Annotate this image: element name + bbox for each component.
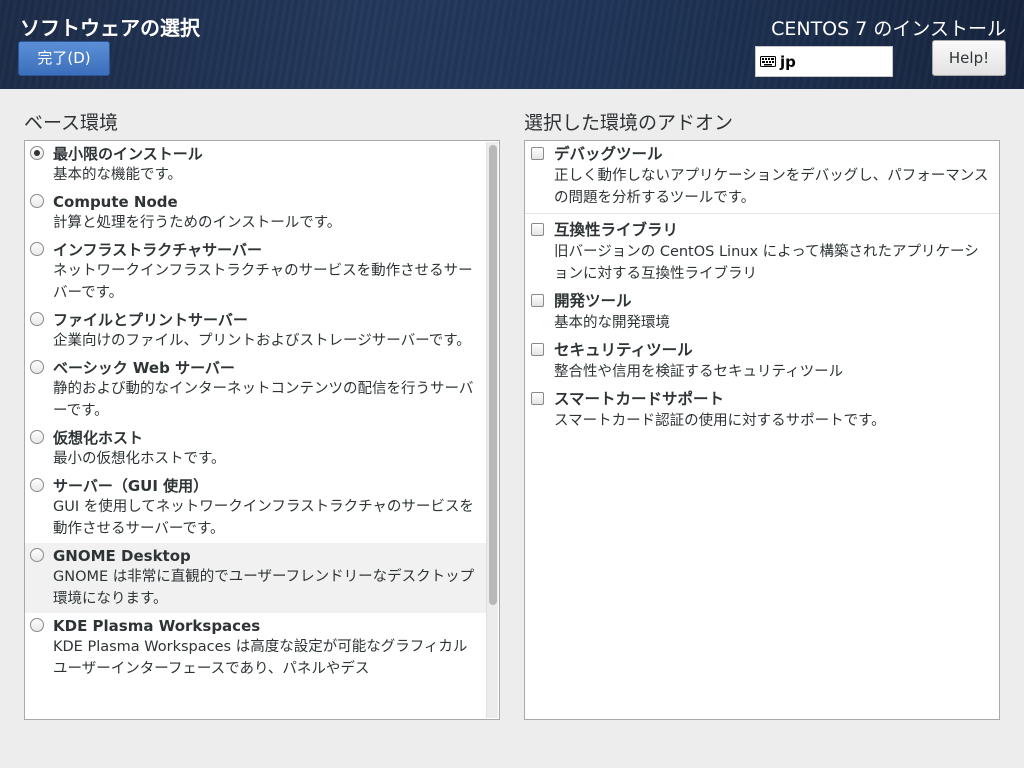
- env-item-file-print-server[interactable]: ファイルとプリントサーバー 企業向けのファイル、プリントおよびストレージサーバー…: [25, 307, 487, 355]
- help-button[interactable]: Help!: [932, 40, 1006, 76]
- checkbox[interactable]: [531, 343, 544, 356]
- radio-button[interactable]: [30, 478, 44, 492]
- checkbox[interactable]: [531, 294, 544, 307]
- addon-item-debugging-tools[interactable]: デバッグツール 正しく動作しないアプリケーションをデバッグし、パフォーマンスの問…: [525, 141, 999, 214]
- env-item-compute-node[interactable]: Compute Node 計算と処理を行うためのインストールです。: [25, 189, 487, 237]
- env-item-title: 最小限のインストール: [53, 145, 203, 163]
- env-item-description: 企業向けのファイル、プリントおよびストレージサーバーです。: [53, 333, 471, 349]
- keyboard-layout-indicator[interactable]: jp: [755, 46, 893, 77]
- product-title: CENTOS 7 のインストール: [771, 18, 1006, 40]
- env-item-description: KDE Plasma Workspaces は高度な設定が可能なグラフィカルユー…: [53, 639, 468, 677]
- env-item-title: GNOME Desktop: [53, 547, 191, 565]
- addon-item-description: 整合性や信用を検証するセキュリティツール: [554, 364, 844, 380]
- scrollbar-thumb[interactable]: [489, 145, 497, 605]
- env-item-title: インフラストラクチャサーバー: [53, 241, 262, 259]
- addons-heading: 選択した環境のアドオン: [524, 112, 734, 134]
- env-item-gnome-desktop[interactable]: GNOME Desktop GNOME は非常に直観的でユーザーフレンドリーなデ…: [25, 543, 487, 613]
- env-item-description: 最小の仮想化ホストです。: [53, 451, 226, 467]
- env-item-description: GUI を使用してネットワークインフラストラクチャのサービスを動作させるサーバー…: [53, 499, 474, 537]
- env-item-description: 計算と処理を行うためのインストールです。: [53, 215, 342, 231]
- addon-item-security-tools[interactable]: セキュリティツール 整合性や信用を検証するセキュリティツール: [525, 337, 999, 386]
- radio-button[interactable]: [30, 194, 44, 208]
- radio-button[interactable]: [30, 312, 44, 326]
- addon-item-title: セキュリティツール: [554, 341, 693, 359]
- addon-item-title: 互換性ライブラリ: [554, 221, 679, 239]
- env-item-title: サーバー（GUI 使用）: [53, 477, 209, 495]
- checkbox[interactable]: [531, 392, 544, 405]
- addons-list: デバッグツール 正しく動作しないアプリケーションをデバッグし、パフォーマンスの問…: [524, 140, 1000, 720]
- keyboard-icon: [760, 56, 776, 67]
- env-item-title: Compute Node: [53, 193, 178, 211]
- checkbox[interactable]: [531, 223, 544, 236]
- env-item-title: 仮想化ホスト: [53, 429, 144, 447]
- env-item-title: ファイルとプリントサーバー: [53, 311, 248, 329]
- radio-button[interactable]: [30, 360, 44, 374]
- addon-item-title: スマートカードサポート: [554, 390, 725, 408]
- vertical-scrollbar[interactable]: [486, 142, 498, 718]
- addon-item-title: デバッグツール: [554, 145, 663, 163]
- done-button[interactable]: 完了(D): [18, 41, 110, 76]
- addon-item-description: 基本的な開発環境: [554, 315, 670, 331]
- env-item-title: ベーシック Web サーバー: [53, 359, 235, 377]
- keyboard-layout-label: jp: [780, 52, 796, 71]
- env-item-virtualization-host[interactable]: 仮想化ホスト 最小の仮想化ホストです。: [25, 425, 487, 473]
- radio-button[interactable]: [30, 548, 44, 562]
- radio-button[interactable]: [30, 430, 44, 444]
- radio-button[interactable]: [30, 242, 44, 256]
- addon-item-compatibility-libraries[interactable]: 互換性ライブラリ 旧バージョンの CentOS Linux によって構築されたア…: [525, 217, 999, 288]
- addon-item-description: 正しく動作しないアプリケーションをデバッグし、パフォーマンスの問題を分析するツー…: [554, 168, 989, 206]
- env-item-kde-plasma[interactable]: KDE Plasma Workspaces KDE Plasma Workspa…: [25, 613, 487, 683]
- env-item-description: 基本的な機能です。: [53, 167, 183, 183]
- radio-button[interactable]: [30, 146, 44, 160]
- page-title: ソフトウェアの選択: [20, 16, 200, 40]
- env-item-description: ネットワークインフラストラクチャのサービスを動作させるサーバーです。: [53, 263, 473, 301]
- env-item-server-with-gui[interactable]: サーバー（GUI 使用） GUI を使用してネットワークインフラストラクチャのサ…: [25, 473, 487, 543]
- checkbox[interactable]: [531, 147, 544, 160]
- env-item-infrastructure-server[interactable]: インフラストラクチャサーバー ネットワークインフラストラクチャのサービスを動作さ…: [25, 237, 487, 307]
- env-item-description: 静的および動的なインターネットコンテンツの配信を行うサーバーです。: [53, 381, 474, 419]
- base-environment-heading: ベース環境: [24, 112, 119, 134]
- addon-item-description: 旧バージョンの CentOS Linux によって構築されたアプリケーションに対…: [554, 244, 979, 282]
- env-item-minimal[interactable]: 最小限のインストール 基本的な機能です。: [25, 141, 487, 189]
- env-item-description: GNOME は非常に直観的でユーザーフレンドリーなデスクトップ環境になります。: [53, 569, 475, 607]
- addon-item-description: スマートカード認証の使用に対するサポートです。: [554, 413, 886, 429]
- header-bar: ソフトウェアの選択 完了(D) CENTOS 7 のインストール jp Help…: [0, 0, 1024, 89]
- addon-item-smart-card-support[interactable]: スマートカードサポート スマートカード認証の使用に対するサポートです。: [525, 386, 999, 435]
- base-environment-list: 最小限のインストール 基本的な機能です。 Compute Node 計算と処理を…: [24, 140, 500, 720]
- addon-item-title: 開発ツール: [554, 292, 632, 310]
- radio-button[interactable]: [30, 618, 44, 632]
- addon-item-development-tools[interactable]: 開発ツール 基本的な開発環境: [525, 288, 999, 337]
- env-item-title: KDE Plasma Workspaces: [53, 617, 261, 635]
- env-item-basic-web-server[interactable]: ベーシック Web サーバー 静的および動的なインターネットコンテンツの配信を行…: [25, 355, 487, 425]
